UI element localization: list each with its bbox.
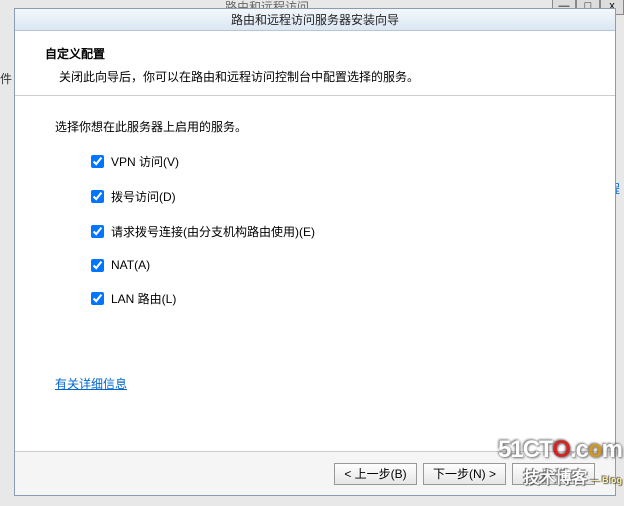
dialog-header: 自定义配置 关闭此向导后，你可以在路由和远程访问控制台中配置选择的服务。 — [15, 31, 615, 96]
option-lan-routing-label: LAN 路由(L) — [111, 290, 176, 307]
option-lan-routing[interactable]: LAN 路由(L) — [91, 290, 585, 307]
dialog-titlebar: 路由和远程访问服务器安装向导 — [15, 9, 615, 31]
bg-left-text: 件 — [0, 70, 14, 87]
option-demand-dial[interactable]: 请求拨号连接(由分支机构路由使用)(E) — [91, 223, 585, 240]
option-nat[interactable]: NAT(A) — [91, 258, 585, 272]
option-lan-routing-checkbox[interactable] — [91, 292, 104, 305]
option-nat-checkbox[interactable] — [91, 259, 104, 272]
option-demand-dial-label: 请求拨号连接(由分支机构路由使用)(E) — [111, 223, 315, 240]
option-vpn[interactable]: VPN 访问(V) — [91, 153, 585, 170]
option-nat-label: NAT(A) — [111, 258, 150, 272]
option-dialup[interactable]: 拨号访问(D) — [91, 188, 585, 205]
cancel-button[interactable]: 取消 — [512, 463, 595, 485]
dialog-content: 选择你想在此服务器上启用的服务。 VPN 访问(V) 拨号访问(D) 请求拨号连… — [15, 96, 615, 451]
options-list: VPN 访问(V) 拨号访问(D) 请求拨号连接(由分支机构路由使用)(E) N… — [55, 153, 585, 307]
header-subtitle: 关闭此向导后，你可以在路由和远程访问控制台中配置选择的服务。 — [59, 68, 595, 85]
header-title: 自定义配置 — [45, 45, 595, 62]
option-dialup-checkbox[interactable] — [91, 190, 104, 203]
next-button[interactable]: 下一步(N) > — [423, 463, 506, 485]
service-prompt: 选择你想在此服务器上启用的服务。 — [55, 118, 585, 135]
option-vpn-label: VPN 访问(V) — [111, 153, 179, 170]
option-dialup-label: 拨号访问(D) — [111, 188, 176, 205]
option-demand-dial-checkbox[interactable] — [91, 225, 104, 238]
option-vpn-checkbox[interactable] — [91, 155, 104, 168]
dialog-footer: < 上一步(B) 下一步(N) > 取消 — [15, 451, 615, 495]
wizard-dialog: 路由和远程访问服务器安装向导 自定义配置 关闭此向导后，你可以在路由和远程访问控… — [14, 8, 616, 496]
more-info-link[interactable]: 有关详细信息 — [55, 375, 127, 392]
back-button[interactable]: < 上一步(B) — [334, 463, 417, 485]
